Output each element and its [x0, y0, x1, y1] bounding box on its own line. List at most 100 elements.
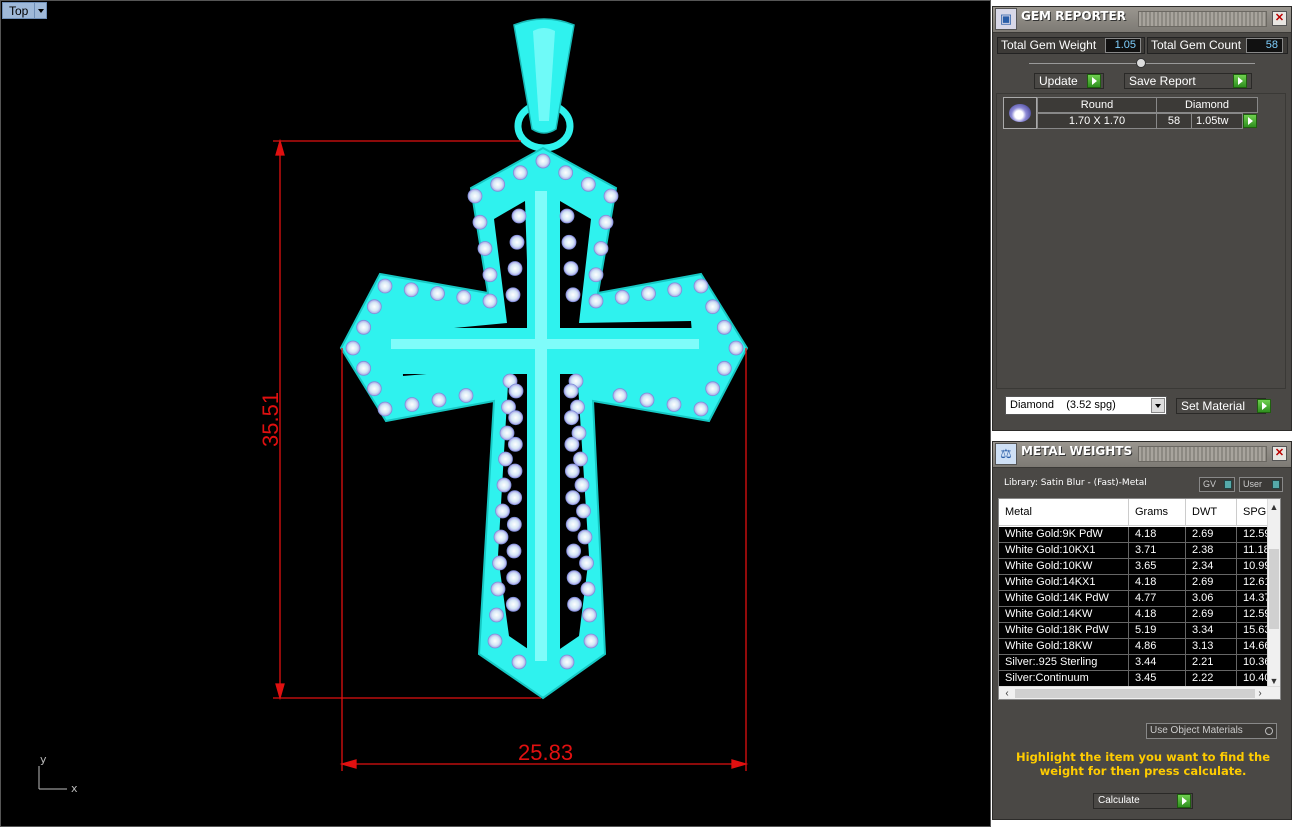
- diamond-stone: [456, 289, 472, 305]
- diamond-stone: [693, 401, 709, 417]
- cell-metal: Silver:.925 Sterling: [999, 655, 1129, 670]
- gem-thumbnail: [1003, 97, 1037, 129]
- cell-grams: 3.71: [1129, 543, 1186, 558]
- gem-list[interactable]: Round Diamond 1.70 X 1.70 58 1.05tw: [996, 93, 1286, 389]
- gem-reporter-titlebar[interactable]: ▣ GEM REPORTER ✕: [993, 7, 1291, 33]
- scroll-thumb[interactable]: [1015, 689, 1255, 698]
- viewport-top[interactable]: 35.51 25.83 y x Top: [0, 0, 991, 827]
- diamond-stone: [496, 477, 512, 493]
- diamond-stone: [511, 654, 527, 670]
- diamond-stone: [505, 596, 521, 612]
- table-row[interactable]: White Gold:14K PdW 4.77 3.06 14.37: [999, 591, 1269, 607]
- table-row[interactable]: Silver:.925 Sterling 3.44 2.21 10.36: [999, 655, 1269, 671]
- set-material-go-icon[interactable]: [1257, 399, 1271, 413]
- table-row[interactable]: White Gold:10KX1 3.71 2.38 11.18: [999, 543, 1269, 559]
- diamond-stone: [716, 360, 732, 376]
- cell-grams: 4.18: [1129, 527, 1186, 542]
- diamond-stone: [588, 267, 604, 283]
- material-select-value: Diamond (3.52 spg): [1010, 399, 1116, 411]
- metal-table[interactable]: Metal Grams DWT SPG White Gold:9K PdW 4.1…: [998, 498, 1281, 700]
- gv-toggle[interactable]: GV: [1199, 477, 1235, 492]
- diamond-stone: [403, 282, 419, 298]
- table-row[interactable]: White Gold:9K PdW 4.18 2.69 12.59: [999, 527, 1269, 543]
- gem-reporter-title: GEM REPORTER: [1021, 9, 1126, 23]
- diamond-stone: [667, 282, 683, 298]
- toggle-indicator-icon: [1224, 480, 1232, 489]
- calculate-go-icon[interactable]: [1177, 794, 1191, 808]
- table-row[interactable]: White Gold:14KW 4.18 2.69 12.59: [999, 607, 1269, 623]
- diamond-stone: [564, 463, 580, 479]
- diamond-stone: [705, 381, 721, 397]
- diamond-stone: [356, 360, 372, 376]
- horizontal-scrollbar[interactable]: ‹ ›: [999, 686, 1280, 699]
- diamond-stone: [598, 214, 614, 230]
- metal-weights-title: METAL WEIGHTS: [1021, 444, 1133, 458]
- diamond-stone: [377, 401, 393, 417]
- diamond-stone: [506, 543, 522, 559]
- height-dimension-label: 35.51: [258, 392, 283, 447]
- gem-detail-go-icon[interactable]: [1243, 114, 1257, 128]
- slider-handle[interactable]: [1136, 58, 1146, 68]
- table-row[interactable]: White Gold:14KX1 4.18 2.69 12.61: [999, 575, 1269, 591]
- close-icon[interactable]: ✕: [1272, 11, 1287, 26]
- diamond-stone: [431, 392, 447, 408]
- update-go-icon[interactable]: [1087, 74, 1101, 88]
- toggle-indicator-icon: [1272, 480, 1280, 489]
- chevron-down-icon[interactable]: [1151, 398, 1165, 413]
- diamond-stone: [458, 388, 474, 403]
- cell-spg: 14.66: [1237, 639, 1269, 654]
- titlebar-grip[interactable]: [1138, 11, 1267, 27]
- diamond-stone: [566, 570, 582, 586]
- material-select[interactable]: Diamond (3.52 spg): [1005, 396, 1167, 415]
- gv-toggle-label: GV: [1203, 479, 1217, 489]
- set-material-button[interactable]: Set Material: [1176, 398, 1266, 414]
- save-report-go-icon[interactable]: [1233, 74, 1247, 88]
- diamond-stone: [612, 388, 628, 403]
- gem-reporter-icon: ▣: [995, 8, 1017, 30]
- diamond-stone: [563, 383, 579, 399]
- col-metal[interactable]: Metal: [999, 499, 1129, 525]
- table-row[interactable]: White Gold:10KW 3.65 2.34 10.99: [999, 559, 1269, 575]
- titlebar-grip[interactable]: [1138, 446, 1267, 462]
- col-spg[interactable]: SPG: [1237, 499, 1269, 525]
- diamond-stone: [507, 261, 523, 276]
- close-icon[interactable]: ✕: [1272, 446, 1287, 461]
- cell-metal: Silver:Continuum: [999, 671, 1129, 686]
- diamond-stone: [577, 529, 593, 545]
- cell-spg: 10.36: [1237, 655, 1269, 670]
- cross-body: [339, 146, 749, 700]
- col-dwt[interactable]: DWT: [1186, 499, 1237, 525]
- width-dimension-label: 25.83: [518, 740, 573, 765]
- cross-pendant-model[interactable]: 35.51 25.83 y x: [1, 1, 992, 827]
- diamond-stone: [558, 165, 574, 181]
- cell-spg: 15.63: [1237, 623, 1269, 638]
- table-row[interactable]: White Gold:18KW 4.86 3.13 14.66: [999, 639, 1269, 655]
- diamond-stone: [506, 570, 522, 586]
- viewport-menu-arrow-icon[interactable]: [35, 2, 48, 19]
- diamond-stone: [482, 267, 498, 283]
- use-object-materials-toggle[interactable]: Use Object Materials: [1146, 723, 1277, 739]
- viewport-name[interactable]: Top: [2, 2, 36, 19]
- table-row[interactable]: Silver:Continuum 3.45 2.22 10.40: [999, 671, 1269, 687]
- diamond-stone: [377, 278, 393, 294]
- viewport-title[interactable]: Top: [2, 2, 48, 19]
- diamond-stone: [487, 633, 503, 649]
- total-gem-count-value: 58: [1246, 38, 1283, 53]
- diamond-stone: [495, 503, 510, 519]
- vertical-scrollbar[interactable]: ▲ ▼: [1267, 499, 1280, 687]
- diamond-stone: [492, 555, 507, 571]
- metal-weights-titlebar[interactable]: ⚖ METAL WEIGHTS ✕: [993, 442, 1291, 468]
- user-toggle[interactable]: User: [1239, 477, 1283, 492]
- scroll-thumb[interactable]: [1269, 549, 1279, 629]
- diamond-stone: [467, 188, 483, 204]
- diamond-stone: [559, 208, 575, 224]
- scroll-left-icon[interactable]: ‹: [1001, 687, 1013, 699]
- col-grams[interactable]: Grams: [1129, 499, 1186, 525]
- diamond-stone: [614, 289, 630, 305]
- cell-metal: White Gold:18KW: [999, 639, 1129, 654]
- gem-row[interactable]: Round Diamond 1.70 X 1.70 58 1.05tw: [1003, 97, 1268, 131]
- table-row[interactable]: White Gold:18K PdW 5.19 3.34 15.63: [999, 623, 1269, 639]
- scroll-right-icon[interactable]: ›: [1254, 687, 1266, 699]
- diamond-stone: [563, 261, 579, 276]
- scroll-up-icon[interactable]: ▲: [1268, 501, 1280, 513]
